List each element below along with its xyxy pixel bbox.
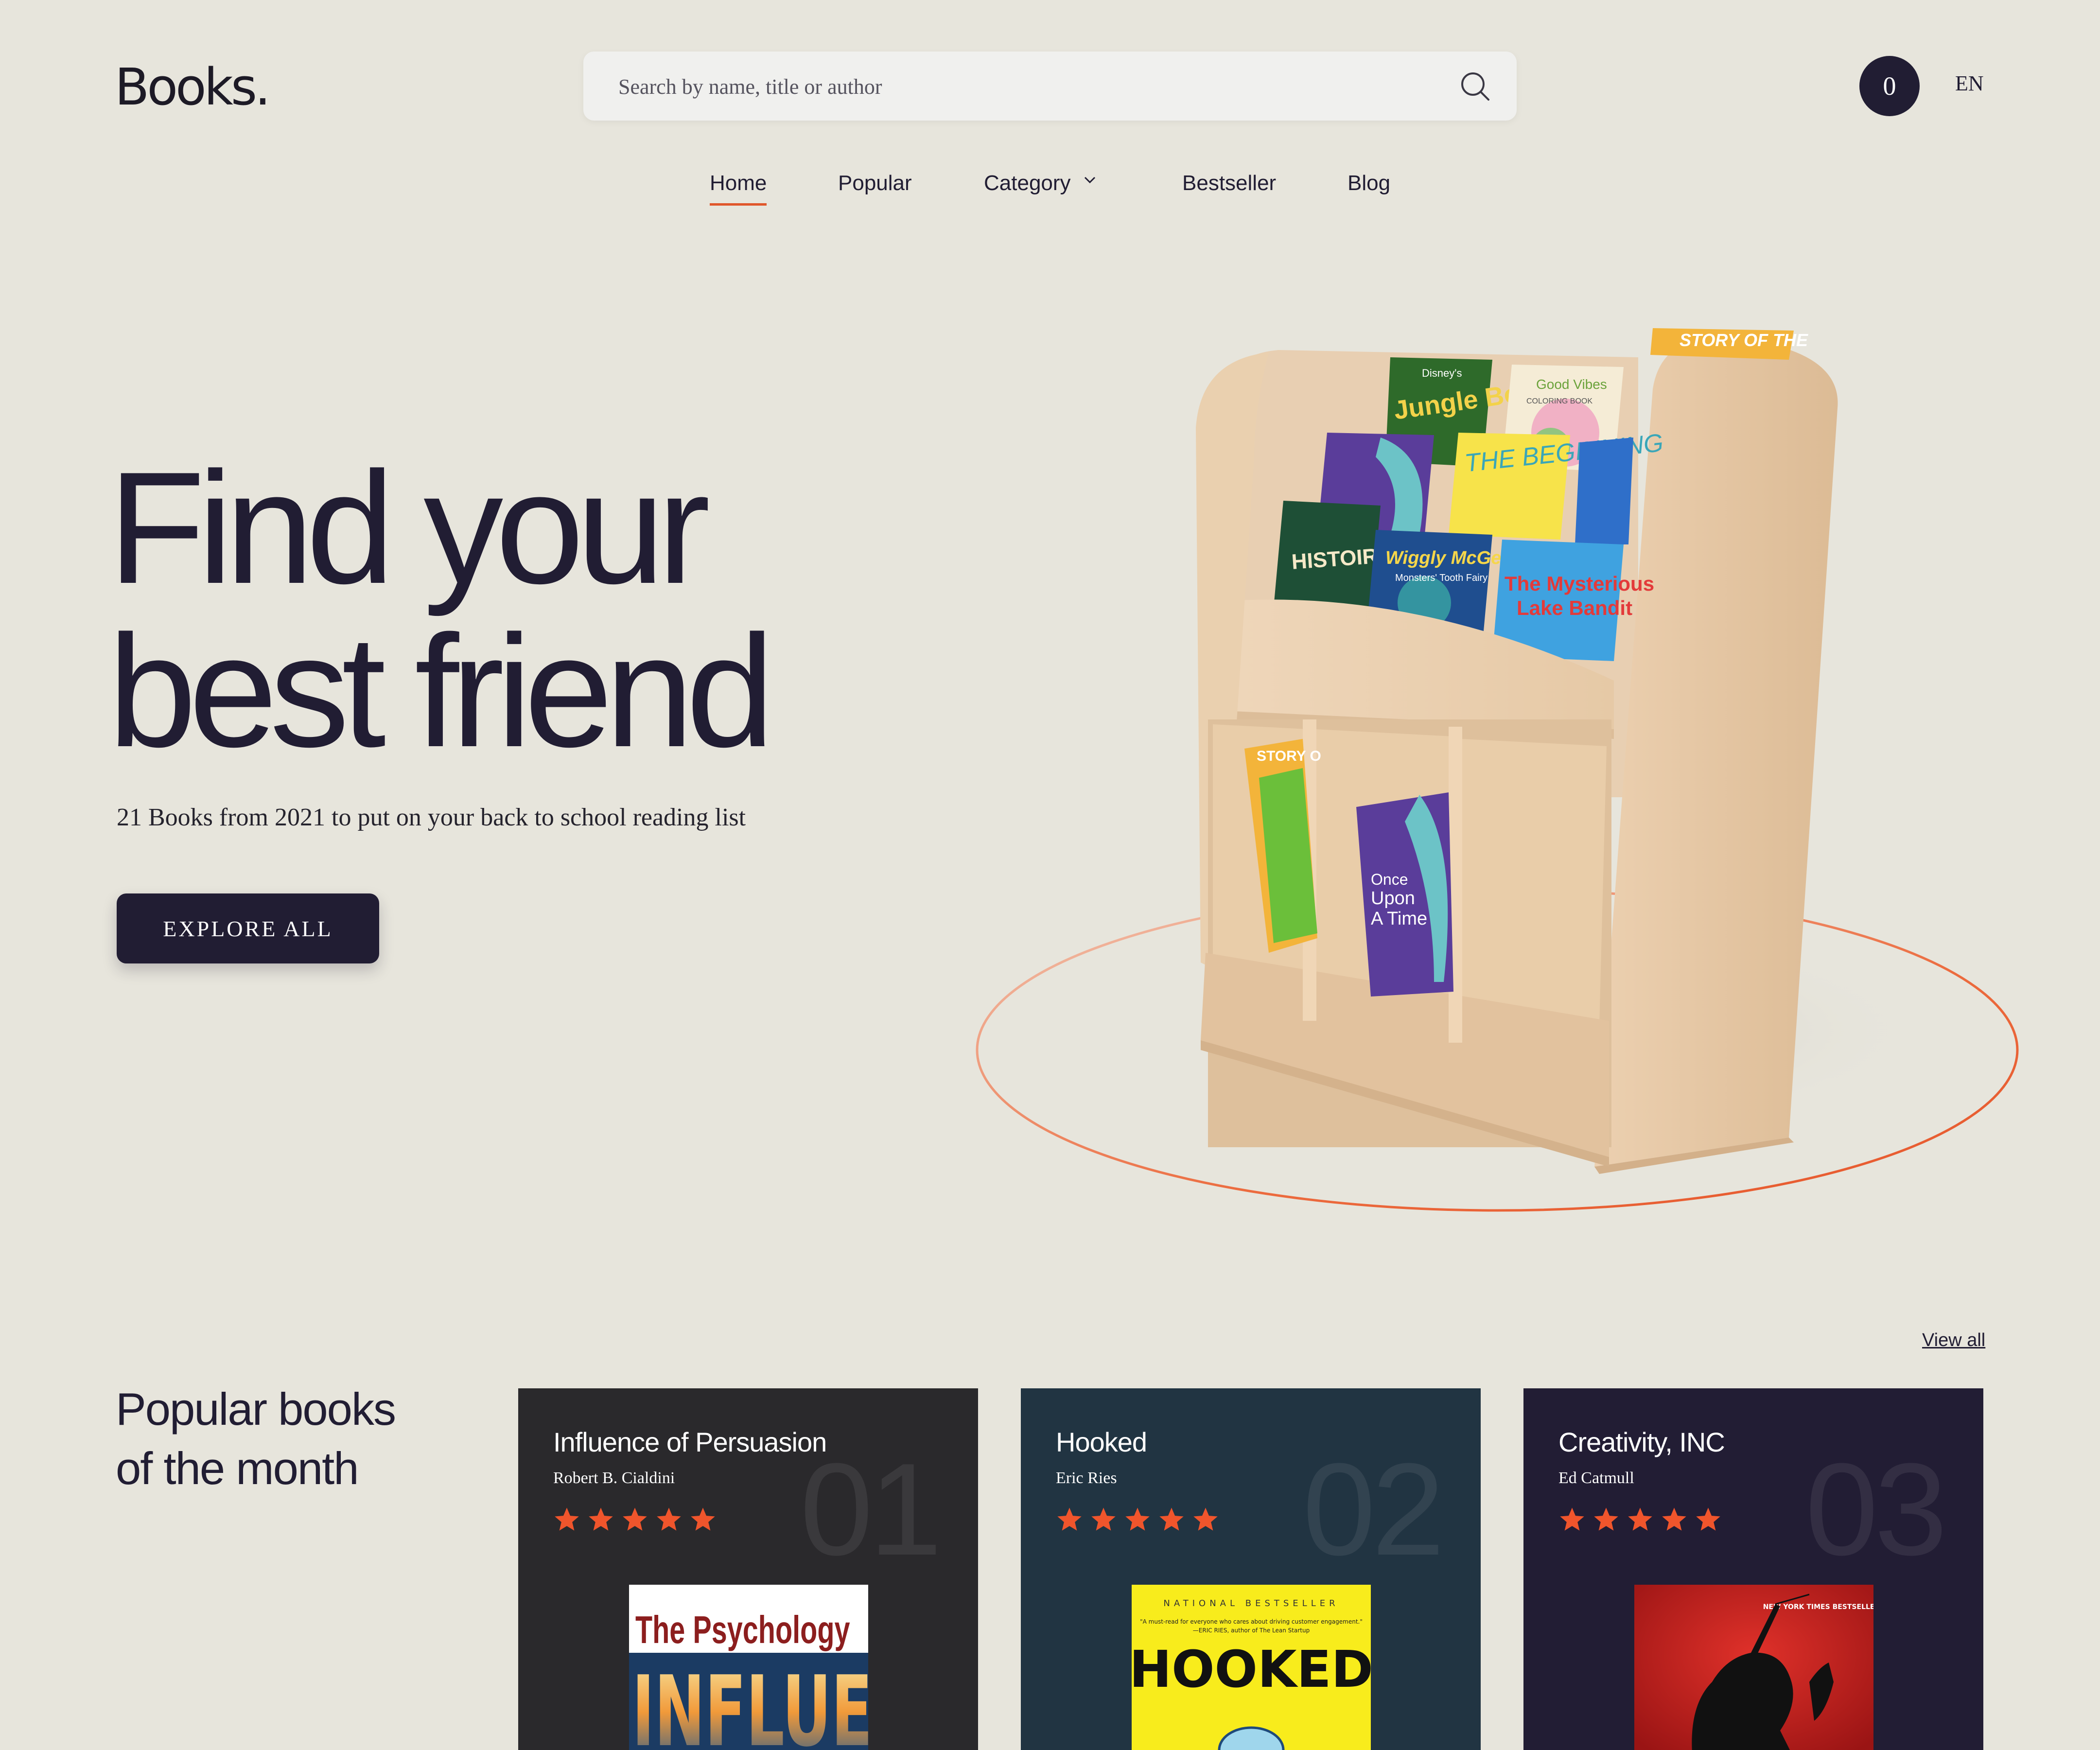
star-icon	[1124, 1506, 1151, 1535]
star-icon	[689, 1506, 717, 1535]
book-label: Once	[1371, 871, 1408, 888]
nav-category[interactable]: Category	[984, 171, 1096, 195]
book-label: STORY O	[1257, 748, 1321, 764]
star-icon	[1627, 1506, 1654, 1535]
book-label: Wiggly McGee	[1385, 548, 1511, 568]
star-icon	[1090, 1506, 1117, 1535]
book-rank: 01	[800, 1436, 942, 1583]
hero-title: Find your best friend	[108, 446, 775, 773]
book-rank: 03	[1805, 1436, 1947, 1583]
star-icon	[1192, 1506, 1219, 1535]
chevron-down-icon	[1084, 176, 1095, 184]
hero-subtitle: 21 Books from 2021 to put on your back t…	[117, 804, 746, 831]
bookshelf-illustration: STORY OF THE Disney's Jungle Book Good V…	[976, 328, 2019, 1212]
star-icon	[655, 1506, 682, 1535]
book-label: The Mysterious	[1505, 572, 1654, 595]
book-label: Lake Bandit	[1517, 596, 1632, 619]
book-label: COLORING BOOK	[1526, 397, 1592, 405]
language-selector[interactable]: EN	[1955, 71, 1984, 96]
cover-title: HOOKED	[1132, 1640, 1371, 1699]
hero-title-line-1: Find your	[108, 438, 710, 617]
nav-blog[interactable]: Blog	[1348, 171, 1390, 195]
popular-heading-line-1: Popular books	[116, 1383, 396, 1435]
book-author: Robert B. Cialdini	[553, 1469, 675, 1487]
cover-label: —ERIC RIES, author of The Lean Startup	[1193, 1627, 1310, 1634]
book-author: Eric Ries	[1056, 1469, 1117, 1487]
explore-all-button[interactable]: EXPLORE ALL	[117, 893, 379, 963]
book-cover-creativity: NEW YORK TIMES BESTSELLER	[1634, 1585, 1873, 1750]
star-icon	[621, 1506, 648, 1535]
search-bar	[583, 52, 1517, 122]
book-label: A Time	[1371, 909, 1427, 929]
book-title: Hooked	[1056, 1427, 1147, 1457]
rating-stars	[1558, 1506, 1722, 1535]
hero-title-line-2: best friend	[108, 602, 775, 780]
star-icon	[587, 1506, 614, 1535]
nav-popular[interactable]: Popular	[838, 171, 912, 195]
book-rank: 02	[1302, 1436, 1445, 1583]
nav-bestseller[interactable]: Bestseller	[1182, 171, 1276, 195]
nav-category-label: Category	[984, 171, 1071, 195]
search-icon[interactable]	[1458, 70, 1491, 103]
cart-button[interactable]: 0	[1859, 56, 1920, 116]
rating-stars	[553, 1506, 717, 1535]
book-label: STORY OF THE	[1680, 330, 1808, 350]
book-label: Upon	[1371, 888, 1415, 909]
book-once-upon: Once Upon A Time	[1356, 792, 1453, 997]
logo[interactable]: Books.	[115, 57, 271, 117]
book-card[interactable]: 03 Creativity, INC Ed Catmull NEW YORK T…	[1523, 1388, 1983, 1750]
book-cover-influence: The Psychology INFLUENCE	[629, 1585, 868, 1750]
book-label: Monsters' Tooth Fairy	[1395, 573, 1488, 583]
cover-title: The Psychology	[635, 1608, 850, 1652]
cover-title: INFLUENCE	[632, 1656, 868, 1750]
star-icon	[1558, 1506, 1586, 1535]
book-label: Disney's	[1422, 367, 1462, 379]
popular-heading-line-2: of the month	[116, 1443, 359, 1494]
star-icon	[1592, 1506, 1620, 1535]
book-title: Creativity, INC	[1558, 1427, 1725, 1457]
star-icon	[1056, 1506, 1083, 1535]
book-story-top: STORY OF THE	[1650, 328, 1808, 360]
cover-label: NATIONAL BESTSELLER	[1163, 1598, 1339, 1609]
popular-heading: Popular books of the month	[116, 1380, 396, 1498]
nav-home[interactable]: Home	[710, 171, 767, 206]
star-icon	[1158, 1506, 1185, 1535]
star-icon	[1661, 1506, 1688, 1535]
star-icon	[1695, 1506, 1722, 1535]
search-input[interactable]	[617, 52, 1421, 122]
book-cover-hooked: NATIONAL BESTSELLER "A must-read for eve…	[1132, 1585, 1371, 1750]
book-card[interactable]: 02 Hooked Eric Ries NATIONAL BESTSELLER …	[1021, 1388, 1481, 1750]
rating-stars	[1056, 1506, 1219, 1535]
star-icon	[553, 1506, 580, 1535]
book-card[interactable]: 01 Influence of Persuasion Robert B. Cia…	[518, 1388, 978, 1750]
view-all-link[interactable]: View all	[1922, 1330, 1985, 1351]
book-author: Ed Catmull	[1558, 1469, 1634, 1487]
cover-label: "A must-read for everyone who cares abou…	[1140, 1618, 1363, 1625]
book-title: Influence of Persuasion	[553, 1427, 827, 1457]
book-label: Good Vibes	[1536, 377, 1607, 392]
